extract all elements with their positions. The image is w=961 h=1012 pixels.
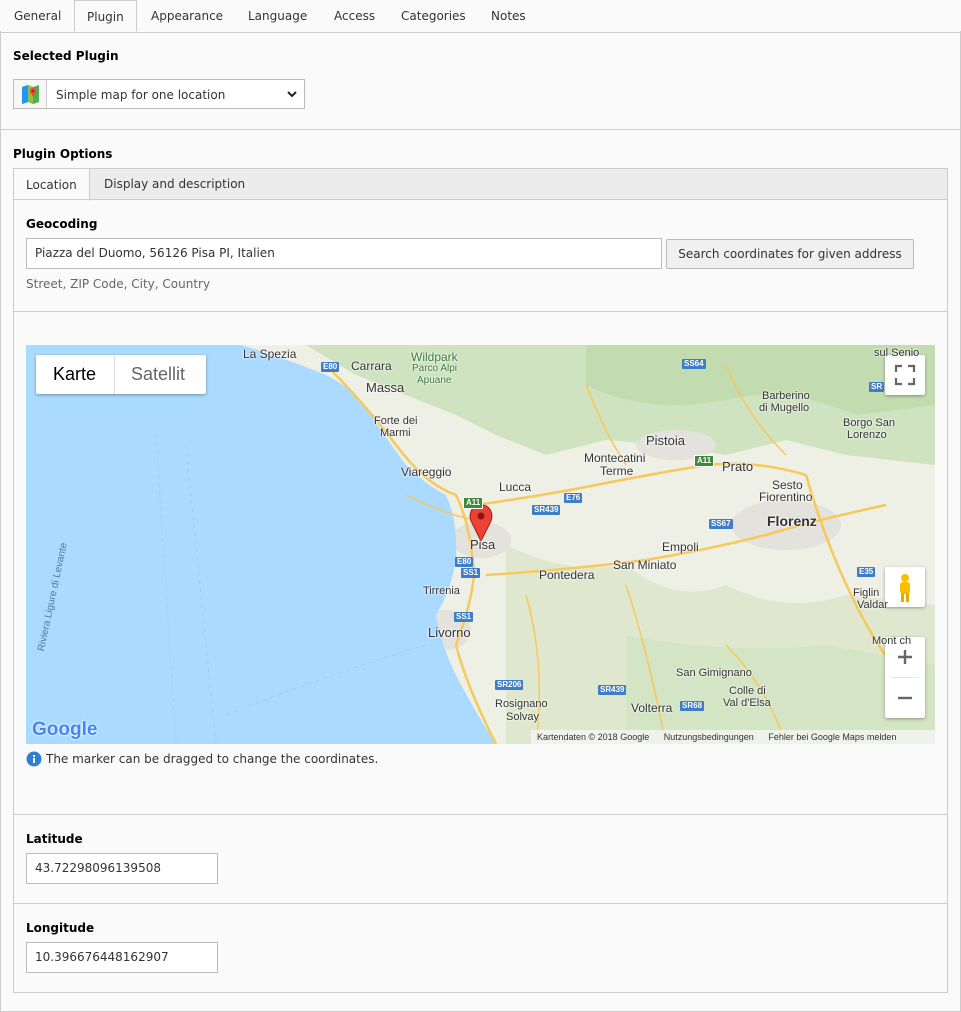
road-shield: SS1: [461, 568, 481, 578]
place-label: Borgo San: [843, 417, 895, 429]
place-label: Rosignano: [495, 698, 548, 710]
terms-link[interactable]: Nutzungsbedingungen: [664, 732, 754, 742]
place-label: Livorno: [428, 625, 471, 640]
plugin-options-title: Plugin Options: [13, 147, 113, 161]
tab-display-description[interactable]: Display and description: [92, 168, 257, 200]
place-label: Figlin: [853, 587, 880, 599]
report-error-link[interactable]: Fehler bei Google Maps melden: [768, 732, 896, 742]
place-label: Forte dei: [374, 415, 418, 427]
tab-categories[interactable]: Categories: [389, 0, 478, 31]
place-label: Prato: [722, 459, 754, 474]
place-label: Empoli: [662, 540, 699, 554]
place-label: Fiorentino: [759, 490, 813, 504]
place-label: Pontedera: [539, 568, 595, 582]
address-input[interactable]: Piazza del Duomo, 56126 Pisa PI, Italien: [26, 238, 662, 269]
plugin-map-icon: [14, 80, 47, 108]
latitude-input[interactable]: 43.72298096139508: [26, 853, 218, 884]
place-label: di Mugello: [759, 402, 810, 414]
street-view-button[interactable]: [885, 567, 925, 607]
place-label: Mont ch: [872, 635, 912, 647]
place-label: Terme: [600, 464, 634, 478]
road-shield: A11: [694, 455, 715, 467]
place-label: Pisa: [470, 537, 496, 552]
longitude-label: Longitude: [26, 921, 95, 935]
tab-appearance[interactable]: Appearance: [139, 0, 235, 31]
place-label: Valdar: [857, 599, 888, 611]
place-label: Carrara: [351, 359, 392, 373]
place-label: Apuane: [417, 375, 452, 386]
tab-general[interactable]: General: [2, 0, 73, 31]
search-coordinates-button[interactable]: Search coordinates for given address: [666, 239, 914, 269]
road-shield: E80: [455, 557, 474, 567]
fullscreen-button[interactable]: [885, 355, 925, 395]
road-shield: E35: [857, 567, 876, 577]
map-type-satellit[interactable]: Satellit: [114, 355, 202, 394]
road-shield: SR: [869, 382, 885, 392]
place-label: Lorenzo: [847, 429, 887, 441]
place-label: Florenz: [767, 513, 817, 529]
road-shield: SR439: [598, 685, 627, 695]
zoom-control: [885, 637, 925, 718]
road-shield: SR68: [680, 701, 705, 711]
road-shield: SS67: [709, 519, 733, 529]
place-label: Pistoia: [646, 433, 686, 448]
longitude-input[interactable]: 10.396676448162907: [26, 942, 218, 973]
latitude-label: Latitude: [26, 832, 83, 846]
road-shield: E76: [564, 493, 583, 503]
place-label: Val d'Elsa: [723, 697, 771, 709]
place-label: Marmi: [380, 427, 411, 439]
road-shield: SR206: [495, 680, 524, 690]
place-label: Massa: [366, 380, 405, 395]
top-tab-bar: General Plugin Appearance Language Acces…: [0, 0, 961, 33]
map-type-karte[interactable]: Karte: [36, 355, 113, 394]
plugin-select[interactable]: Simple map for one location: [13, 79, 305, 109]
place-label: Barberino: [762, 390, 810, 402]
geocoding-help: Street, ZIP Code, City, Country: [26, 277, 211, 291]
chevron-down-icon: [287, 91, 297, 98]
marker-note: The marker can be dragged to change the …: [46, 752, 379, 766]
plugin-select-value: Simple map for one location: [56, 88, 226, 102]
place-label: Solvay: [506, 711, 540, 723]
geocoding-label: Geocoding: [26, 217, 98, 231]
selected-plugin-title: Selected Plugin: [13, 49, 119, 63]
place-label: Parco Alpi: [412, 363, 458, 374]
tab-access[interactable]: Access: [322, 0, 387, 31]
map-attribution: Kartendaten © 2018 Google Nutzungsbeding…: [531, 730, 935, 744]
place-label: Volterra: [631, 701, 673, 715]
place-label: Lucca: [499, 480, 532, 494]
road-shield: SS1: [454, 612, 474, 622]
divider: [1, 129, 960, 130]
divider: [14, 814, 947, 815]
place-label: Wildpark: [411, 350, 458, 364]
fullscreen-icon: [894, 364, 916, 386]
plugin-options-tab-bar: Location Display and description: [13, 168, 948, 201]
divider: [14, 903, 947, 904]
road-shield: A11: [463, 497, 484, 509]
place-label: Tirrenia: [423, 585, 460, 597]
tab-plugin[interactable]: Plugin: [74, 0, 137, 32]
tab-language[interactable]: Language: [236, 0, 319, 31]
pegman-icon: [900, 574, 910, 602]
place-label: La Spezia: [243, 347, 297, 361]
road-shield: SR439: [532, 505, 561, 515]
place-label: Colle di: [729, 685, 766, 697]
road-shield: E80: [321, 362, 340, 372]
info-icon: [26, 751, 42, 767]
map-type-control: Karte Satellit: [36, 355, 206, 394]
place-label: Viareggio: [401, 465, 452, 479]
divider: [14, 311, 947, 312]
tab-location[interactable]: Location: [13, 168, 90, 201]
place-label: Montecatini: [584, 451, 646, 465]
place-label: San Gimignano: [676, 667, 752, 679]
map-canvas[interactable]: Karte Satellit La Spezia Carrara Wildpar…: [26, 345, 935, 744]
road-shield: SS64: [682, 359, 706, 369]
google-logo: Google: [32, 719, 98, 740]
zoom-out-icon[interactable]: [885, 678, 925, 718]
place-label: San Miniato: [613, 558, 677, 572]
map-data-credit: Kartendaten © 2018 Google: [537, 732, 650, 742]
place-label: sul Senio: [874, 347, 920, 359]
tab-notes[interactable]: Notes: [479, 0, 538, 31]
